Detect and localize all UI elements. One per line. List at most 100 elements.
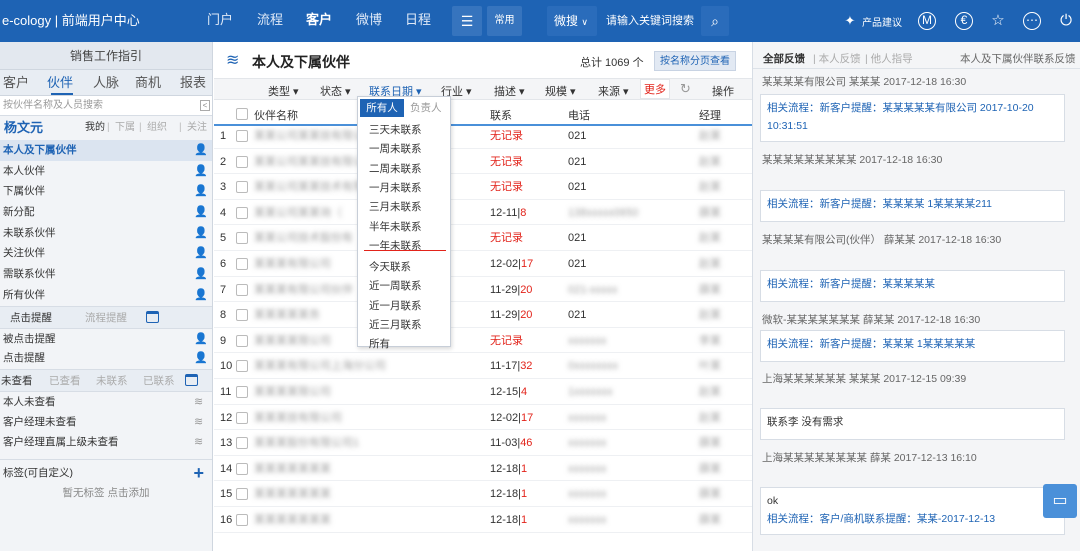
partner-name[interactable]: 某某某某某某某 — [254, 457, 331, 482]
sidebar-item-new-assigned[interactable]: 新分配 👤 — [0, 202, 212, 223]
table-row[interactable]: 6 某某某有限公司 12-02|17 021 赵某 — [214, 252, 752, 277]
dd-tab-all[interactable]: 所有人 — [360, 99, 404, 117]
partner-name[interactable]: 某某公司技术股份有 — [254, 226, 353, 251]
dd-option[interactable]: 三月未联系 — [369, 198, 422, 216]
nav-workflow[interactable]: 流程 — [257, 0, 283, 42]
filter-follow[interactable]: 关注 — [187, 116, 207, 140]
tag-empty-hint[interactable]: 暂无标签 点击添加 — [0, 485, 212, 501]
partner-name[interactable]: 某某公司某某询（ — [254, 201, 342, 226]
search-icon[interactable]: ⌕ — [701, 6, 729, 36]
filter-scale[interactable]: 规模 ▾ — [545, 83, 576, 99]
row-checkbox[interactable] — [236, 514, 248, 526]
calendar-icon[interactable] — [185, 373, 198, 386]
table-row[interactable]: 2 某某公司某某技有限公司 无记录 021 赵某 — [214, 150, 752, 175]
row-checkbox[interactable] — [236, 232, 248, 245]
tab-self-feedback[interactable]: | 本人反馈 — [813, 51, 861, 66]
user-name[interactable]: 杨文元 — [4, 116, 43, 140]
row-checkbox[interactable] — [236, 437, 248, 450]
col-manager[interactable]: 经理 — [699, 107, 721, 123]
table-row[interactable]: 9 某某某某限公司 无记录 xxxxxxx 李某 — [214, 329, 752, 354]
filter-org[interactable]: 组织 — [147, 116, 167, 140]
partner-name[interactable]: 某某某技有限公司 — [254, 406, 342, 431]
collapse-icon[interactable]: < — [200, 100, 210, 111]
tab-click-remind[interactable]: 点击提醒 — [10, 307, 52, 329]
row-checkbox[interactable] — [236, 258, 248, 270]
currency-icon[interactable]: € — [955, 12, 973, 30]
star-icon[interactable]: ☆ — [987, 10, 1009, 32]
row-checkbox[interactable] — [236, 334, 248, 347]
sidebar-item-not-contacted[interactable]: 未联系伙伴 👤 — [0, 223, 212, 244]
row-checkbox[interactable] — [236, 130, 248, 142]
col-phone[interactable]: 电话 — [568, 107, 590, 123]
sidebar-item-all[interactable]: 所有伙伴 👤 — [0, 285, 212, 306]
table-row[interactable]: 1 某某公司某某技有限公司 无记录 021 赵某 — [214, 124, 752, 149]
partner-search-input[interactable]: 按伙伴名称及人员搜索 < — [0, 96, 212, 116]
m-icon[interactable]: M — [918, 12, 936, 30]
sidebar-item-clicked-remind[interactable]: 被点击提醒 👤 — [0, 327, 212, 349]
table-row[interactable]: 16 某某某某某某某 12-18|1 xxxxxxx 薛某 — [214, 508, 752, 533]
chat-icon[interactable]: ▭ — [1043, 484, 1077, 518]
power-icon[interactable]: ⏻ — [1055, 10, 1077, 32]
dd-option[interactable]: 今天联系 — [369, 258, 411, 276]
product-suggest-link[interactable]: 产品建议 — [862, 14, 902, 29]
tab-flow-remind[interactable]: 流程提醒 — [85, 307, 127, 329]
tab-opportunity[interactable]: 商机 — [135, 70, 161, 96]
dd-option[interactable]: 所有 — [369, 335, 390, 353]
partner-name[interactable]: 某某某某限公司 — [254, 329, 331, 354]
dd-tab-owner[interactable]: 负责人 — [410, 99, 442, 117]
tab-contacted[interactable]: 已联系 — [143, 370, 175, 392]
dd-option[interactable]: 近一周联系 — [369, 277, 422, 295]
row-checkbox[interactable] — [236, 386, 248, 398]
calendar-icon[interactable] — [146, 310, 159, 323]
table-row[interactable]: 12 某某某技有限公司 12-02|17 xxxxxxx 赵某 — [214, 406, 752, 431]
row-checkbox[interactable] — [236, 309, 248, 322]
table-row[interactable]: 5 某某公司技术股份有 无记录 021 赵某 — [214, 226, 752, 251]
tab-customer[interactable]: 客户 — [3, 70, 29, 96]
sidebar-item-self-and-sub[interactable]: 本人及下属伙伴 👤 — [0, 140, 212, 161]
partner-name[interactable]: 某某某有限公司伙伴 — [254, 278, 353, 303]
partner-name[interactable]: 某某某有限公司 — [254, 252, 331, 277]
partner-name[interactable]: 某某某股份有限公司1 — [254, 431, 359, 456]
search-input[interactable]: 请输入关键词搜索 — [599, 7, 699, 35]
table-row[interactable]: 11 某某某某限公司 12-15|4 1xxxxxxx 赵某 — [214, 380, 752, 405]
nav-weibo[interactable]: 微博 — [356, 0, 382, 42]
tab-uncontacted[interactable]: 未联系 — [96, 370, 128, 392]
partner-name[interactable]: 某某某某某务 — [254, 303, 320, 328]
dd-option[interactable]: 一月未联系 — [369, 179, 422, 197]
row-checkbox[interactable] — [236, 462, 248, 475]
partner-name[interactable]: 某某公司某某技术有限 — [254, 175, 364, 200]
row-checkbox[interactable] — [236, 360, 248, 373]
menu-icon[interactable]: ☰ — [452, 6, 482, 36]
row-checkbox[interactable] — [236, 206, 248, 219]
add-tag-icon[interactable]: + — [193, 460, 204, 486]
dd-option[interactable]: 近一月联系 — [369, 297, 422, 315]
partner-name[interactable]: 某某某某限公司 — [254, 380, 331, 405]
sidebar-item-sub[interactable]: 下属伙伴 👤 — [0, 181, 212, 202]
more-filters-button[interactable]: 更多 — [640, 79, 670, 99]
row-checkbox[interactable] — [236, 181, 248, 194]
table-row[interactable]: 3 某某公司某某技术有限 无记录 021 赵某 — [214, 175, 752, 200]
partner-name[interactable]: 某某某有限公司上海分公司 — [254, 354, 386, 379]
row-checkbox[interactable] — [236, 411, 248, 424]
filter-subordinate[interactable]: 下属 — [115, 116, 135, 140]
table-row[interactable]: 7 某某某有限公司伙伴 11-29|20 021-xxxxx 薛某 — [214, 278, 752, 303]
sidebar-item-need-contact[interactable]: 需联系伙伴 👤 — [0, 264, 212, 285]
dd-option[interactable]: 半年未联系 — [369, 218, 422, 236]
dd-option[interactable]: 二周未联系 — [369, 160, 422, 178]
feed-card[interactable]: 相关流程：新客户提醒：某某某某某有限公司 2017-10-20 10:31:51 — [760, 94, 1065, 142]
nav-portal[interactable]: 门户 — [207, 0, 233, 42]
dd-option[interactable]: 近三月联系 — [369, 316, 422, 334]
table-row[interactable]: 13 某某某股份有限公司1 11-03|46 xxxxxxx 薛某 — [214, 431, 752, 456]
dd-option[interactable]: 一周未联系 — [369, 140, 422, 158]
filter-status[interactable]: 状态 ▾ — [320, 83, 351, 99]
sidebar-item-self-unviewed[interactable]: 本人未查看 ≋ — [0, 390, 212, 412]
app-title[interactable]: e-cology | 前端用户中心 — [0, 0, 196, 42]
filter-description[interactable]: 描述 ▾ — [494, 83, 525, 99]
table-row[interactable]: 10 某某某有限公司上海分公司 11-17|32 0xxxxxxxx 叶某 — [214, 354, 752, 379]
select-all-checkbox[interactable] — [236, 108, 248, 120]
partner-name[interactable]: 某某某某某某某 — [254, 508, 331, 533]
row-checkbox[interactable] — [236, 155, 248, 168]
filter-mine[interactable]: 我的 — [85, 116, 105, 140]
table-row[interactable]: 4 某某公司某某询（ 12-11|8 138xxxxx0650 薛某 — [214, 201, 752, 226]
feed-card[interactable]: 相关流程：新客户提醒：某某某某 1某某某某211 — [760, 190, 1065, 222]
